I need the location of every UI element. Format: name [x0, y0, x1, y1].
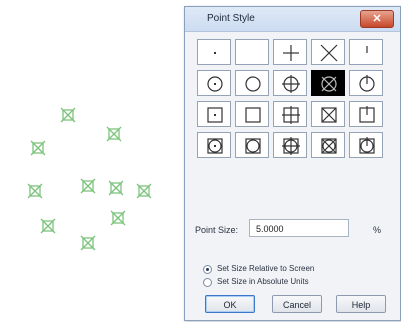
dialog-title: Point Style — [207, 13, 255, 24]
point-marker[interactable] — [27, 183, 43, 199]
point-style-dialog: Point Style ✕ Point Size: 5.0000 % Set S… — [184, 6, 401, 321]
point-marker[interactable] — [110, 210, 126, 226]
style-circle[interactable] — [235, 70, 269, 96]
radio-size-absolute[interactable]: Set Size in Absolute Units — [203, 277, 383, 289]
style-circle-dot[interactable] — [197, 70, 231, 96]
radio-relative-dot[interactable] — [203, 265, 212, 274]
point-marker[interactable] — [30, 140, 46, 156]
radio-absolute-dot[interactable] — [203, 278, 212, 287]
radio-size-relative[interactable]: Set Size Relative to Screen — [203, 264, 383, 276]
point-style-grid — [197, 39, 387, 158]
point-size-input[interactable]: 5.0000 — [249, 219, 349, 237]
radio-relative-label: Set Size Relative to Screen — [217, 264, 315, 273]
style-circle-x-selected[interactable] — [311, 70, 345, 96]
style-dot[interactable] — [197, 39, 231, 65]
ok-button[interactable]: OK — [205, 295, 255, 313]
point-marker[interactable] — [108, 180, 124, 196]
close-button[interactable]: ✕ — [360, 10, 394, 28]
radio-absolute-label: Set Size in Absolute Units — [217, 277, 309, 286]
cancel-button[interactable]: Cancel — [272, 295, 322, 313]
style-square[interactable] — [235, 101, 269, 127]
point-marker[interactable] — [60, 107, 76, 123]
point-marker[interactable] — [40, 218, 56, 234]
style-plus[interactable] — [273, 39, 307, 65]
point-marker[interactable] — [106, 126, 122, 142]
style-square-x[interactable] — [311, 101, 345, 127]
point-marker[interactable] — [80, 235, 96, 251]
style-square-tick[interactable] — [349, 101, 383, 127]
style-square-circle-dot[interactable] — [197, 132, 231, 158]
percent-symbol: % — [373, 225, 382, 235]
drawing-canvas[interactable] — [0, 0, 180, 322]
style-x[interactable] — [311, 39, 345, 65]
style-circle-tick[interactable] — [349, 70, 383, 96]
style-circle-plus[interactable] — [273, 70, 307, 96]
point-marker[interactable] — [80, 178, 96, 194]
point-size-label: Point Size: — [195, 225, 239, 235]
style-square-circle-tick[interactable] — [349, 132, 383, 158]
dialog-titlebar[interactable]: Point Style ✕ — [185, 7, 400, 32]
style-square-circle-plus[interactable] — [273, 132, 307, 158]
help-button[interactable]: Help — [336, 295, 386, 313]
style-square-plus[interactable] — [273, 101, 307, 127]
style-square-circle[interactable] — [235, 132, 269, 158]
point-marker[interactable] — [136, 183, 152, 199]
style-tick[interactable] — [349, 39, 383, 65]
style-square-circle-x[interactable] — [311, 132, 345, 158]
style-square-dot[interactable] — [197, 101, 231, 127]
style-none[interactable] — [235, 39, 269, 65]
